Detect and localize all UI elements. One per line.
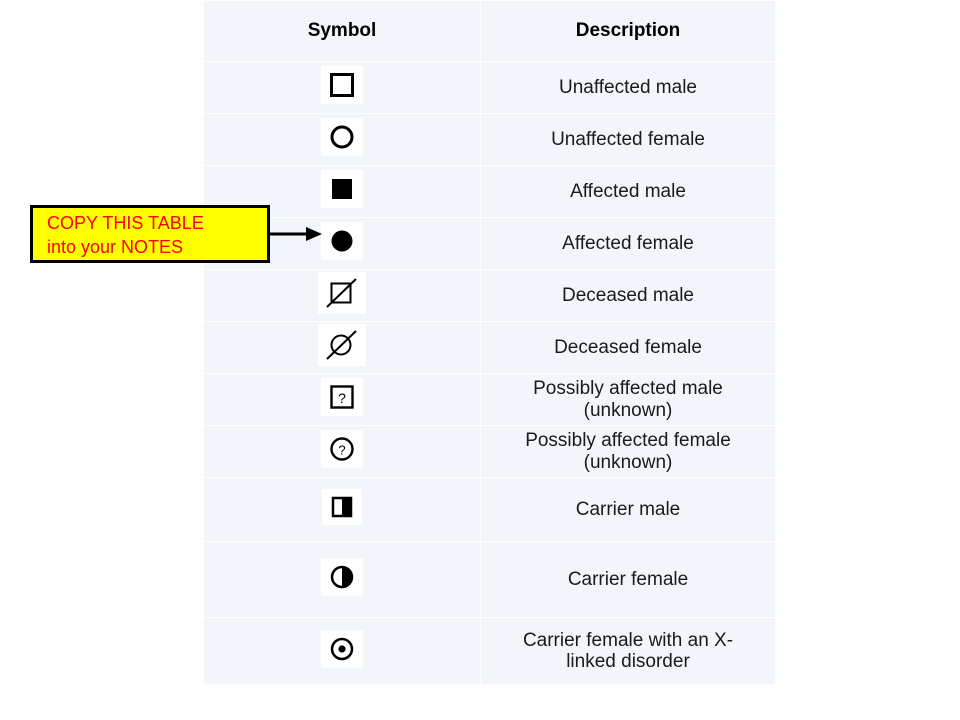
svg-text:?: ? (338, 390, 346, 406)
description-text: Possibly affected female (525, 430, 731, 452)
deceased-female-slashed-circle-icon (318, 324, 366, 366)
symbol-cell (203, 321, 481, 374)
affected-male-filled-square-icon (321, 170, 363, 208)
carrier-female-half-filled-circle-icon (321, 558, 363, 596)
carrier-male-half-filled-square-icon (322, 489, 362, 525)
table-row: Affected male (203, 165, 776, 218)
description-text: Deceased male (561, 284, 695, 306)
callout-line-1: COPY THIS TABLE (47, 213, 204, 233)
arrow-right-icon (270, 227, 322, 241)
description-text: Carrier female with an X- (522, 629, 734, 651)
description-text: Possibly affected male (533, 378, 723, 400)
table-row: Deceased female (203, 321, 776, 374)
description-subtext: linked disorder (566, 651, 690, 672)
table-row: Deceased male (203, 269, 776, 322)
deceased-male-slashed-square-icon (318, 272, 366, 314)
symbol-cell (203, 541, 481, 618)
description-text: Affected female (562, 232, 694, 254)
unaffected-female-circle-icon (321, 118, 363, 156)
description-cell: Affected female (480, 217, 776, 270)
description-cell: Affected male (480, 165, 776, 218)
column-header-description: Description (480, 0, 776, 62)
possibly-affected-female-question-circle-icon: ? (321, 430, 363, 468)
symbol-cell (203, 61, 481, 114)
description-text: Affected male (570, 180, 686, 202)
description-text: Carrier male (575, 498, 681, 520)
table-row: Carrier female with an X- linked disorde… (203, 617, 776, 685)
pedigree-symbol-legend-table: Symbol Description Unaffected male Unaff… (203, 0, 776, 685)
carrier-female-x-linked-dot-circle-icon (321, 629, 363, 668)
affected-female-filled-circle-icon (321, 222, 363, 260)
symbol-cell (203, 477, 481, 542)
symbol-cell (203, 113, 481, 166)
symbol-cell (203, 269, 481, 322)
table-row: Unaffected male (203, 61, 776, 114)
copy-table-callout: COPY THIS TABLE into your NOTES (30, 205, 270, 263)
description-cell: Unaffected female (480, 113, 776, 166)
table-header-row: Symbol Description (203, 0, 776, 62)
table-row: ? Possibly affected female (unknown) (203, 425, 776, 478)
column-header-symbol: Symbol (203, 0, 481, 62)
callout-line-2: into your NOTES (47, 236, 184, 257)
description-subtext: (unknown) (583, 399, 673, 421)
description-cell: Carrier female (480, 541, 776, 618)
possibly-affected-male-question-square-icon: ? (321, 378, 363, 416)
description-cell: Deceased male (480, 269, 776, 322)
unaffected-male-square-icon (321, 66, 363, 104)
description-text: Unaffected female (551, 128, 705, 150)
symbol-cell: ? (203, 373, 481, 426)
description-cell: Carrier male (480, 477, 776, 542)
table-row: Unaffected female (203, 113, 776, 166)
description-cell: Possibly affected male (unknown) (480, 373, 776, 426)
table-row: Carrier female (203, 541, 776, 618)
description-subtext: (unknown) (583, 451, 673, 473)
description-cell: Carrier female with an X- linked disorde… (480, 617, 776, 685)
description-text: Deceased female (554, 336, 702, 358)
description-text: Carrier female (567, 568, 689, 590)
symbol-cell (203, 617, 481, 685)
table-row: ? Possibly affected male (unknown) (203, 373, 776, 426)
description-cell: Deceased female (480, 321, 776, 374)
description-cell: Unaffected male (480, 61, 776, 114)
svg-text:?: ? (338, 443, 345, 458)
description-text: Unaffected male (558, 76, 697, 98)
table-row: Carrier male (203, 477, 776, 542)
description-cell: Possibly affected female (unknown) (480, 425, 776, 478)
symbol-cell: ? (203, 425, 481, 478)
